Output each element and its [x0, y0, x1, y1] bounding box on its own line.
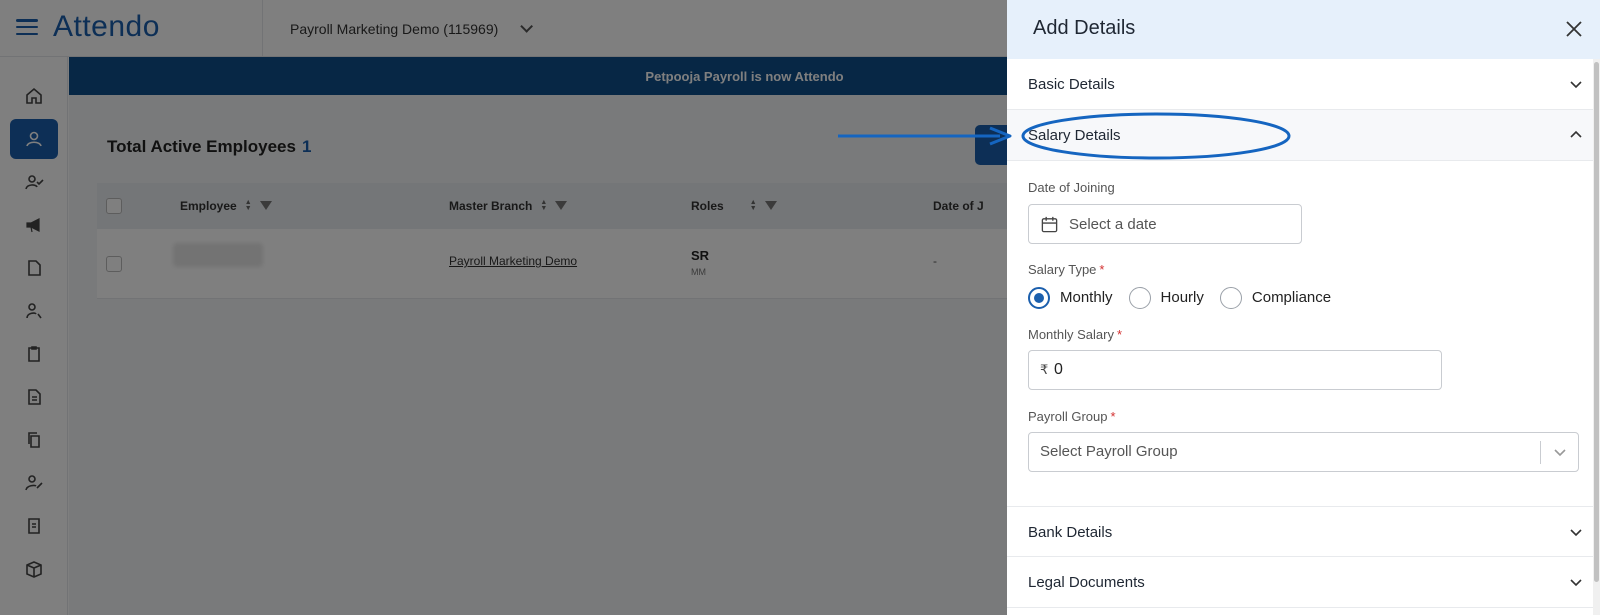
- drawer-header: Add Details: [1007, 0, 1600, 59]
- required-marker: *: [1110, 409, 1116, 424]
- chevron-down-icon: [1568, 574, 1584, 590]
- salary-type-label-text: Salary Type: [1028, 262, 1097, 277]
- salary-type-radio-group: Monthly Hourly Compliance: [1028, 285, 1347, 309]
- section-basic-details[interactable]: Basic Details: [1007, 59, 1593, 110]
- calendar-icon: [1041, 216, 1058, 233]
- chevron-up-icon: [1568, 127, 1584, 143]
- chevron-down-icon[interactable]: [1552, 444, 1568, 460]
- add-details-drawer: Add Details Basic Details Salary Details…: [1007, 0, 1600, 615]
- chevron-down-icon: [1568, 524, 1584, 540]
- chevron-down-icon: [1568, 76, 1584, 92]
- radio-hourly[interactable]: [1128, 287, 1151, 309]
- radio-compliance-label[interactable]: Compliance: [1252, 289, 1331, 306]
- payroll-group-label-text: Payroll Group: [1028, 409, 1108, 424]
- monthly-salary-label-text: Monthly Salary: [1028, 327, 1114, 342]
- section-label: Bank Details: [1028, 524, 1113, 541]
- select-separator: [1540, 441, 1541, 464]
- scrollbar-thumb[interactable]: [1594, 62, 1599, 582]
- monthly-salary-input[interactable]: [1054, 351, 1434, 389]
- payroll-group-label: Payroll Group *: [1028, 409, 1116, 424]
- section-label: Salary Details: [1028, 127, 1121, 144]
- drawer-scrollbar[interactable]: [1593, 59, 1600, 615]
- drawer-title: Add Details: [1033, 17, 1136, 39]
- radio-compliance[interactable]: [1219, 287, 1242, 309]
- rupee-icon: ₹: [1040, 362, 1049, 377]
- monthly-salary-field[interactable]: ₹: [1028, 350, 1442, 390]
- date-of-joining-input[interactable]: [1069, 205, 1294, 243]
- section-legal-documents[interactable]: Legal Documents: [1007, 557, 1593, 608]
- radio-hourly-label[interactable]: Hourly: [1161, 289, 1204, 306]
- radio-monthly-label[interactable]: Monthly: [1060, 289, 1113, 306]
- section-salary-details[interactable]: Salary Details: [1007, 110, 1593, 161]
- monthly-salary-label: Monthly Salary *: [1028, 327, 1122, 342]
- section-label: Basic Details: [1028, 76, 1115, 93]
- close-icon[interactable]: [1563, 18, 1585, 40]
- payroll-group-placeholder: Select Payroll Group: [1040, 443, 1178, 460]
- date-of-joining-label: Date of Joining: [1028, 180, 1115, 195]
- payroll-group-select[interactable]: Select Payroll Group: [1028, 432, 1579, 472]
- required-marker: *: [1099, 262, 1105, 277]
- radio-monthly[interactable]: [1028, 287, 1050, 309]
- date-of-joining-picker[interactable]: [1028, 204, 1302, 244]
- section-bank-details[interactable]: Bank Details: [1007, 506, 1593, 557]
- salary-type-label: Salary Type *: [1028, 262, 1104, 277]
- required-marker: *: [1116, 327, 1123, 342]
- section-label: Legal Documents: [1028, 574, 1145, 591]
